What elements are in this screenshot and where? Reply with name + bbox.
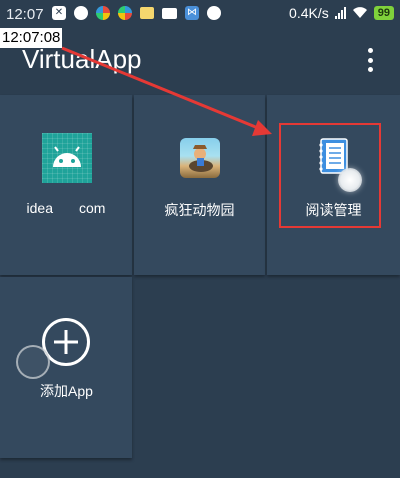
status-time: 12:07 — [6, 6, 44, 23]
wifi-icon — [352, 7, 367, 19]
app-tile-idea[interactable]: idea com — [0, 95, 132, 275]
android-icon — [42, 133, 92, 183]
status-right: 0.4K/s 99 — [289, 5, 394, 21]
touch-ring-indicator — [16, 345, 50, 379]
network-speed: 0.4K/s — [289, 5, 329, 21]
add-app-label: 添加App — [40, 383, 93, 399]
app-tile-label: 疯狂动物园 — [164, 202, 235, 218]
notification-note-icon — [140, 7, 154, 19]
overflow-menu-icon[interactable] — [366, 48, 374, 72]
highlight-box — [279, 123, 381, 228]
notification-dot-icon — [207, 6, 221, 20]
app-title: VirtualApp — [22, 44, 142, 74]
notification-x-icon: ✕ — [52, 6, 66, 20]
notification-colorful-icon — [96, 6, 110, 20]
signal-icon — [334, 7, 346, 19]
notification-colorful-icon-2 — [118, 6, 132, 20]
battery-icon: 99 — [373, 6, 394, 20]
notification-app-icon: ⋈ — [185, 6, 199, 20]
status-bar: 12:07 ✕ ⋈ 0.4K/s 99 — [0, 0, 400, 28]
video-camera-icon — [162, 7, 177, 19]
touch-indicator — [338, 168, 362, 192]
app-tile-label: idea com — [26, 200, 106, 216]
crazy-zoo-icon — [180, 138, 220, 178]
notification-icons: ✕ ⋈ — [52, 6, 221, 20]
notification-circle-icon — [74, 6, 88, 20]
app-tile-crazy-zoo[interactable]: 疯狂动物园 — [134, 95, 265, 275]
